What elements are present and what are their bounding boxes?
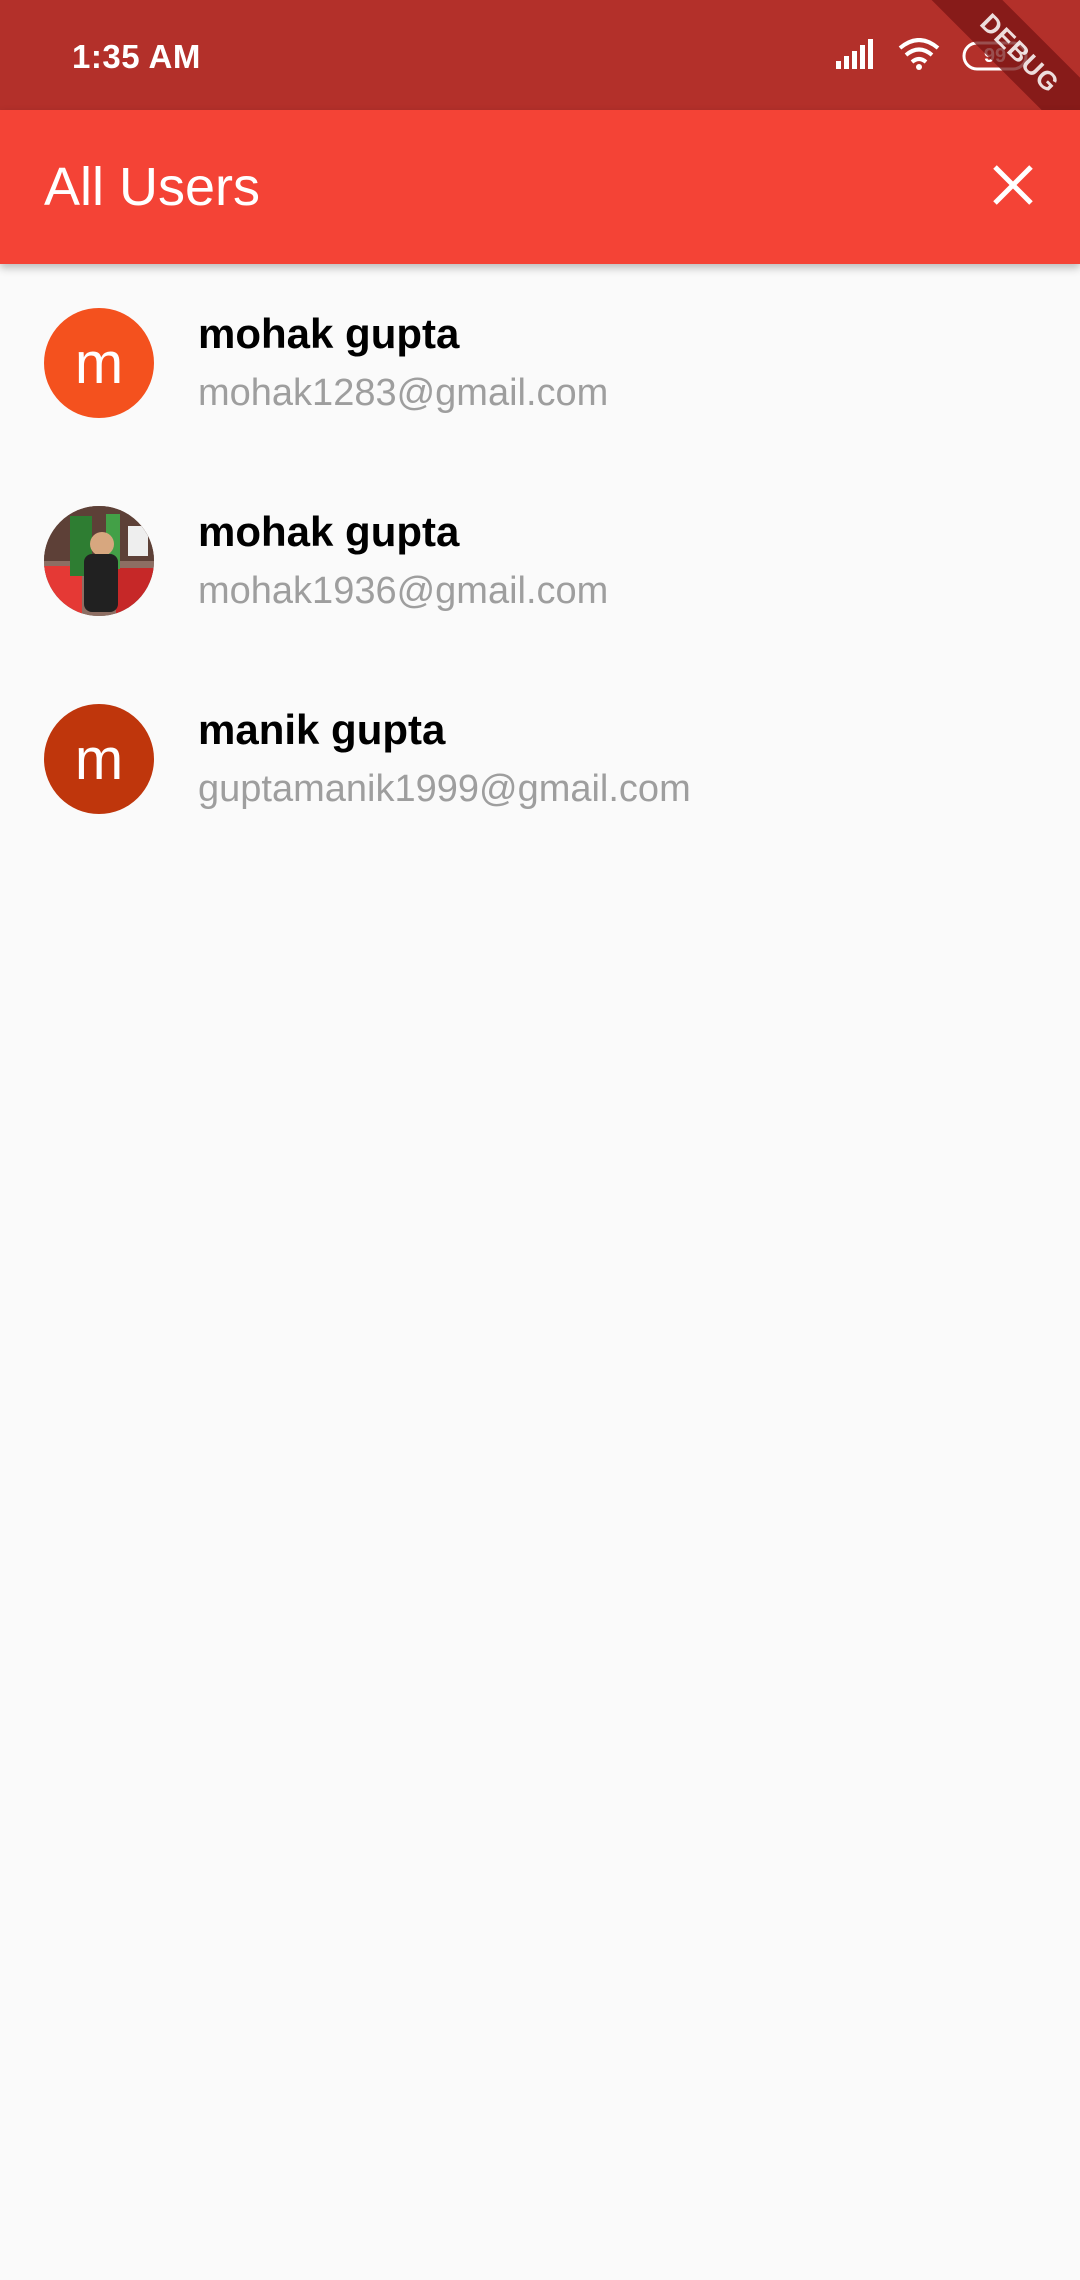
user-email: mohak1283@gmail.com bbox=[198, 372, 609, 414]
page-title: All Users bbox=[44, 157, 261, 217]
user-name: mohak gupta bbox=[198, 310, 460, 357]
app-bar: All Users bbox=[0, 110, 1080, 264]
user-list: m mohak gupta mohak1283@gmail.com mohak … bbox=[0, 264, 1080, 858]
avatar-photo bbox=[44, 506, 154, 616]
avatar-initial: m bbox=[74, 330, 124, 396]
list-item[interactable]: m manik gupta guptamanik1999@gmail.com bbox=[0, 660, 1080, 858]
list-item[interactable]: mohak gupta mohak1936@gmail.com bbox=[0, 462, 1080, 660]
avatar: m bbox=[44, 308, 154, 418]
list-item[interactable]: m mohak gupta mohak1283@gmail.com bbox=[0, 264, 1080, 462]
wifi-icon bbox=[898, 37, 940, 75]
avatar: m bbox=[44, 704, 154, 814]
avatar-initial: m bbox=[74, 726, 124, 792]
status-time: 1:35 AM bbox=[72, 38, 201, 75]
user-email: mohak1936@gmail.com bbox=[198, 570, 609, 612]
user-name: manik gupta bbox=[198, 706, 446, 753]
profile-photo bbox=[44, 506, 154, 616]
status-bar: 1:35 AM 99 DEBUG bbox=[0, 0, 1080, 163]
signal-icon bbox=[836, 38, 876, 74]
close-button[interactable] bbox=[968, 142, 1058, 232]
user-email: guptamanik1999@gmail.com bbox=[198, 768, 691, 810]
close-icon bbox=[991, 163, 1035, 212]
user-name: mohak gupta bbox=[198, 508, 460, 555]
